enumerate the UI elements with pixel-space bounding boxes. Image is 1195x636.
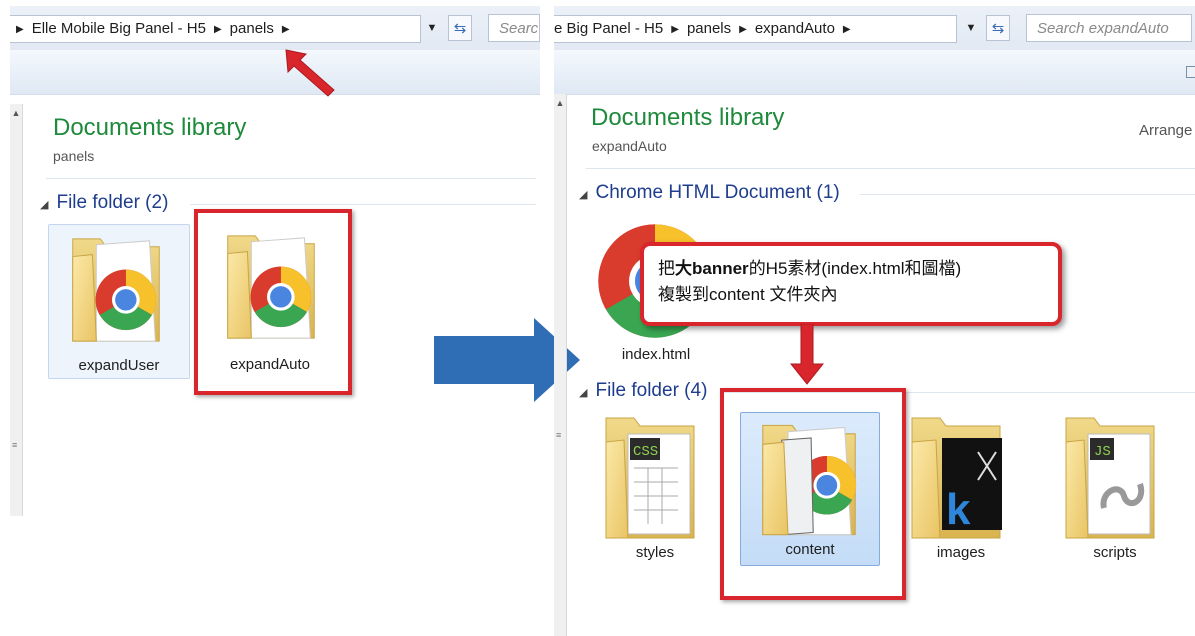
highlight-box-expandauto	[194, 209, 352, 395]
left-library-sub: panels	[53, 148, 95, 164]
callout-line1: 把大banner的H5素材(index.html和圖檔)	[658, 256, 1044, 282]
red-down-arrow-icon	[790, 324, 824, 385]
collapse-icon[interactable]: ◢	[579, 387, 587, 399]
address-dropdown-icon[interactable]: ▼	[962, 15, 980, 41]
divider	[586, 168, 1195, 169]
left-library-title: Documents library	[53, 114, 247, 141]
arrange-by-link[interactable]: Arrange	[1139, 122, 1192, 139]
scroll-up-icon[interactable]: ▲	[554, 98, 566, 108]
group-divider	[190, 204, 536, 205]
address-dropdown-icon[interactable]: ▼	[423, 15, 441, 41]
folder-label: images	[936, 544, 986, 561]
crumb-elle[interactable]: e Big Panel - H5	[554, 16, 663, 42]
right-breadcrumb[interactable]: e Big Panel - H5 ▶ panels ▶ expandAuto ▶	[554, 15, 957, 43]
right-group-folder-header[interactable]: ◢ File folder (4)	[579, 380, 707, 402]
chevron-right-icon: ▶	[842, 24, 851, 35]
chevron-right-icon: ▶	[671, 24, 679, 35]
collapse-icon[interactable]: ◢	[579, 189, 587, 201]
right-group-chrome-header[interactable]: ◢ Chrome HTML Document (1)	[579, 182, 840, 204]
group-label: File folder (4)	[595, 380, 708, 401]
group-label: File folder (2)	[56, 192, 169, 213]
folder-item-expanduser[interactable]: expandUser	[48, 224, 190, 379]
scroll-grip-icon: ≡	[556, 430, 562, 440]
callout-line2: 複製到content 文件夾內	[658, 285, 838, 304]
callout-bold-text: 大banner	[675, 259, 749, 278]
folder-chrome-icon	[72, 231, 171, 342]
crumb-panels[interactable]: panels	[230, 16, 274, 42]
folder-label: styles	[635, 544, 675, 561]
right-toolbar	[554, 50, 1195, 95]
crumb-expandauto[interactable]: expandAuto	[755, 16, 835, 42]
folder-item-styles[interactable]: CSS styles	[590, 404, 720, 574]
right-scrollbar[interactable]: ▲ ≡	[554, 94, 567, 636]
file-label: index.html	[621, 346, 691, 363]
scroll-grip-icon: ≡	[12, 440, 18, 450]
chevron-right-icon: ▶	[281, 24, 290, 35]
red-arrow-icon	[285, 49, 335, 97]
right-search-input[interactable]: Search expandAuto	[1026, 14, 1192, 42]
folder-label: expandUser	[78, 357, 160, 374]
right-library-title: Documents library	[591, 104, 785, 131]
folder-js-icon: JS	[1065, 417, 1155, 539]
left-scrollbar[interactable]: ▲ ≡	[10, 104, 23, 516]
chevron-right-icon: ▶	[213, 24, 222, 35]
refresh-icon[interactable]: ⇆	[986, 15, 1010, 41]
right-library-sub: expandAuto	[592, 138, 667, 154]
svg-text:JS: JS	[1094, 444, 1111, 460]
group-divider	[860, 194, 1195, 195]
callout-text: 的H5素材(index.html和圖檔)	[748, 259, 962, 278]
folder-item-scripts[interactable]: JS scripts	[1050, 404, 1180, 574]
callout-text: 把	[658, 259, 675, 278]
divider	[46, 178, 536, 179]
collapse-icon[interactable]: ◢	[40, 199, 48, 211]
group-label: Chrome HTML Document (1)	[595, 182, 840, 203]
left-group-header[interactable]: ◢ File folder (2)	[40, 192, 168, 214]
folder-item-images[interactable]: k images	[896, 404, 1026, 574]
svg-text:k: k	[946, 485, 971, 534]
crumb-panels[interactable]: panels	[687, 16, 731, 42]
crumb-elle[interactable]: Elle Mobile Big Panel - H5	[32, 16, 206, 42]
chevron-right-icon: ▶	[16, 24, 24, 35]
folder-images-icon: k	[911, 417, 1002, 539]
folder-label: scripts	[1093, 544, 1137, 561]
chevron-right-icon: ▶	[739, 24, 747, 35]
folder-css-icon: CSS	[605, 417, 695, 539]
scroll-up-icon[interactable]: ▲	[10, 108, 22, 118]
svg-text:CSS: CSS	[633, 444, 658, 460]
refresh-icon[interactable]: ⇆	[448, 15, 472, 41]
preview-pane-icon[interactable]	[1186, 66, 1195, 78]
left-breadcrumb[interactable]: ▶ Elle Mobile Big Panel - H5 ▶ panels ▶	[10, 15, 421, 43]
instruction-callout: 把大banner的H5素材(index.html和圖檔) 複製到content …	[640, 242, 1062, 326]
highlight-box-content	[720, 388, 906, 600]
left-search-input[interactable]: Searc	[488, 14, 540, 42]
